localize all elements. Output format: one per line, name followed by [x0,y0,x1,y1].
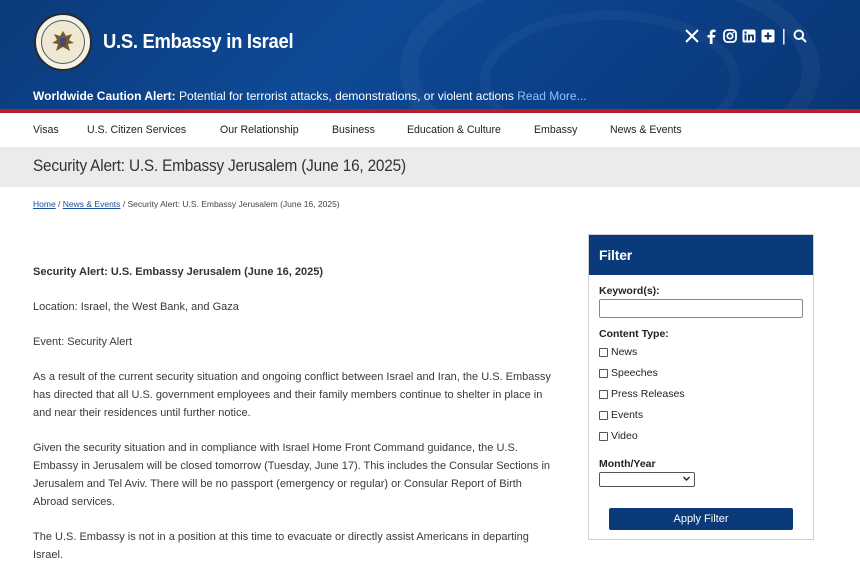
month-year-label: Month/Year [599,458,656,470]
content-type-speeches[interactable]: Speeches [599,367,658,379]
checkbox-label: Press Releases [611,388,685,400]
article-paragraph: As a result of the current security situ… [33,371,551,419]
alert-text: Potential for terrorist attacks, demonst… [179,89,514,103]
breadcrumb: Home / News & Events / Security Alert: U… [33,199,340,209]
article-paragraph: The U.S. Embassy is not in a position at… [33,531,529,561]
facebook-icon[interactable] [703,28,719,44]
article-heading: Security Alert: U.S. Embassy Jerusalem (… [33,266,324,278]
linkedin-icon[interactable] [741,28,757,44]
breadcrumb-separator: / [120,199,128,209]
chevron-down-icon [682,474,691,485]
instagram-icon[interactable] [722,28,738,44]
breadcrumb-current: Security Alert: U.S. Embassy Jerusalem (… [127,199,340,209]
site-header: U.S. Embassy in Israel | Worldwide Cauti… [0,0,860,110]
keyword-label: Keyword(s): [599,285,660,297]
nav-item-education-culture[interactable]: Education & Culture [407,124,501,136]
content-type-news[interactable]: News [599,346,637,358]
site-title[interactable]: U.S. Embassy in Israel [103,31,294,54]
embassy-seal-logo[interactable] [34,13,92,71]
social-separator: | [781,26,786,45]
apply-filter-button[interactable]: Apply Filter [609,508,793,530]
checkbox-label: Events [611,409,644,421]
checkbox-news[interactable] [599,347,608,357]
search-icon[interactable] [792,28,808,44]
article-location: Location: Israel, the West Bank, and Gaz… [33,301,239,313]
nav-item-business[interactable]: Business [332,124,375,136]
checkbox-label: News [611,346,638,358]
nav-item-our-relationship[interactable]: Our Relationship [220,124,299,136]
article-event: Event: Security Alert [33,336,133,348]
breadcrumb-home-link[interactable]: Home [33,199,56,209]
alert-label: Worldwide Caution Alert: [33,89,176,103]
content-type-press-releases[interactable]: Press Releases [599,388,685,400]
main-nav: Visas U.S. Citizen Services Our Relation… [0,113,860,147]
flickr-icon[interactable] [760,28,776,44]
caution-alert-bar: Worldwide Caution Alert: Potential for t… [33,89,587,103]
content-type-label: Content Type: [599,328,669,340]
breadcrumb-separator: / [55,199,63,209]
content-type-video[interactable]: Video [599,430,638,442]
nav-item-citizen-services[interactable]: U.S. Citizen Services [87,124,186,136]
checkbox-label: Video [611,430,638,442]
checkbox-press-releases[interactable] [599,389,608,399]
checkbox-video[interactable] [599,431,608,441]
alert-read-more-link[interactable]: Read More... [517,89,586,103]
seal-eagle-icon [41,20,85,64]
breadcrumb-news-link[interactable]: News & Events [63,199,121,209]
nav-item-visas[interactable]: Visas [33,124,59,136]
content-type-events[interactable]: Events [599,409,643,421]
article-paragraph: Given the security situation and in comp… [33,442,551,508]
checkbox-speeches[interactable] [599,368,608,378]
page-title-band: Security Alert: U.S. Embassy Jerusalem (… [0,147,860,187]
social-links: | [684,26,808,45]
checkbox-events[interactable] [599,410,608,420]
nav-item-news-events[interactable]: News & Events [610,124,682,136]
month-year-select[interactable] [599,472,695,487]
checkbox-label: Speeches [611,367,658,379]
nav-item-embassy[interactable]: Embassy [534,124,577,136]
page-title: Security Alert: U.S. Embassy Jerusalem (… [33,157,406,175]
filter-panel: Filter Keyword(s): Content Type: News Sp… [588,234,814,540]
keyword-input[interactable] [599,299,803,318]
filter-title: Filter [589,235,813,275]
x-icon[interactable] [684,28,700,44]
